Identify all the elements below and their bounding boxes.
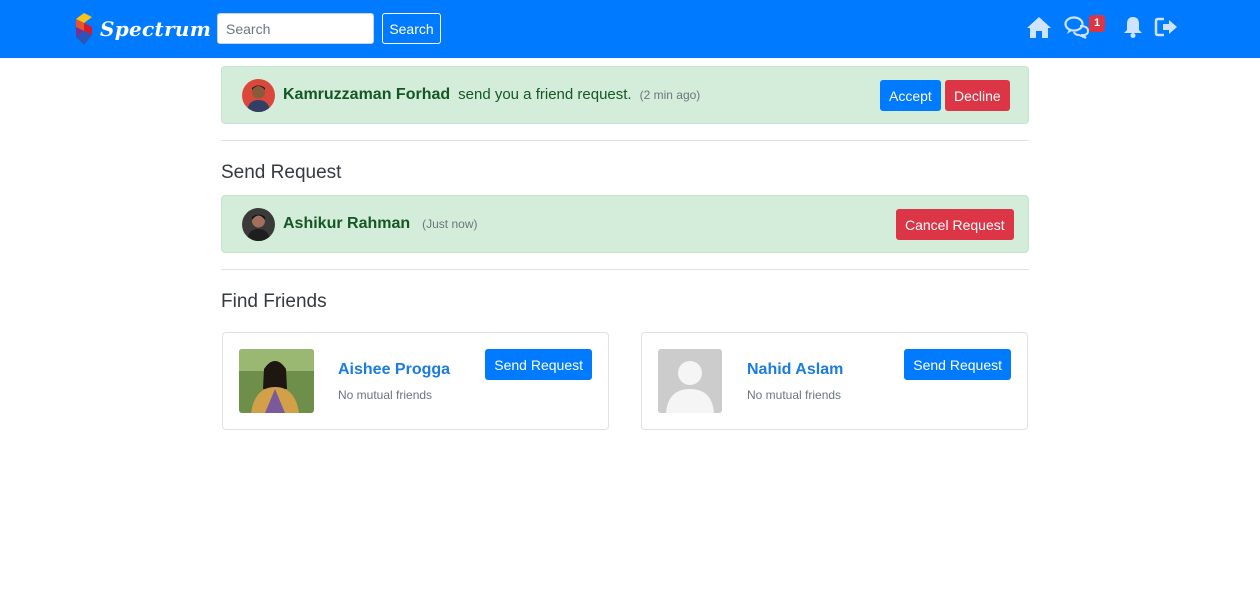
- recipient-name[interactable]: Ashikur Rahman: [283, 215, 410, 232]
- decline-button[interactable]: Decline: [945, 80, 1010, 111]
- home-icon[interactable]: [1026, 14, 1052, 40]
- sent-request-time: (Just now): [422, 217, 478, 231]
- chat-notification-badge: 1: [1089, 15, 1105, 32]
- send-request-button[interactable]: Send Request: [485, 349, 592, 380]
- suggestion-name[interactable]: Nahid Aslam: [747, 361, 843, 379]
- profile-photo[interactable]: [239, 349, 314, 413]
- spectrum-logo-icon: [76, 13, 92, 45]
- accept-button[interactable]: Accept: [880, 80, 941, 111]
- recipient-avatar[interactable]: [242, 208, 275, 241]
- brand-logo[interactable]: Spectrum: [72, 12, 211, 46]
- recipient-info: Ashikur Rahman (Just now): [283, 215, 478, 233]
- chat-icon[interactable]: [1064, 14, 1090, 40]
- find-friends-heading: Find Friends: [221, 291, 327, 312]
- brand-name: Spectrum: [100, 17, 212, 41]
- requester-name[interactable]: Kamruzzaman Forhad: [283, 86, 450, 103]
- top-navbar: Spectrum Search 1: [0, 0, 1260, 58]
- search-input[interactable]: [217, 13, 374, 44]
- default-avatar-icon[interactable]: [658, 349, 722, 413]
- sent-friend-request: Ashikur Rahman (Just now) Cancel Request: [221, 195, 1029, 253]
- requester-avatar[interactable]: [242, 79, 275, 112]
- requester-info: Kamruzzaman Forhad send you a friend requ…: [283, 86, 700, 104]
- request-message: send you a friend request.: [458, 86, 632, 103]
- cancel-request-button[interactable]: Cancel Request: [896, 209, 1014, 240]
- send-request-button[interactable]: Send Request: [904, 349, 1011, 380]
- logout-icon[interactable]: [1154, 14, 1180, 40]
- friend-suggestion-card: Nahid Aslam No mutual friends Send Reque…: [641, 332, 1028, 430]
- divider: [221, 269, 1029, 270]
- send-request-heading: Send Request: [221, 162, 342, 183]
- suggestion-name[interactable]: Aishee Progga: [338, 361, 450, 379]
- incoming-friend-request: Kamruzzaman Forhad send you a friend requ…: [221, 66, 1029, 124]
- mutual-friends-text: No mutual friends: [747, 388, 842, 402]
- bell-icon[interactable]: [1120, 14, 1146, 40]
- mutual-friends-text: No mutual friends: [338, 388, 433, 402]
- request-time: (2 min ago): [639, 88, 701, 102]
- divider: [221, 140, 1029, 141]
- search-button[interactable]: Search: [382, 13, 441, 44]
- friend-suggestion-card: Aishee Progga No mutual friends Send Req…: [222, 332, 609, 430]
